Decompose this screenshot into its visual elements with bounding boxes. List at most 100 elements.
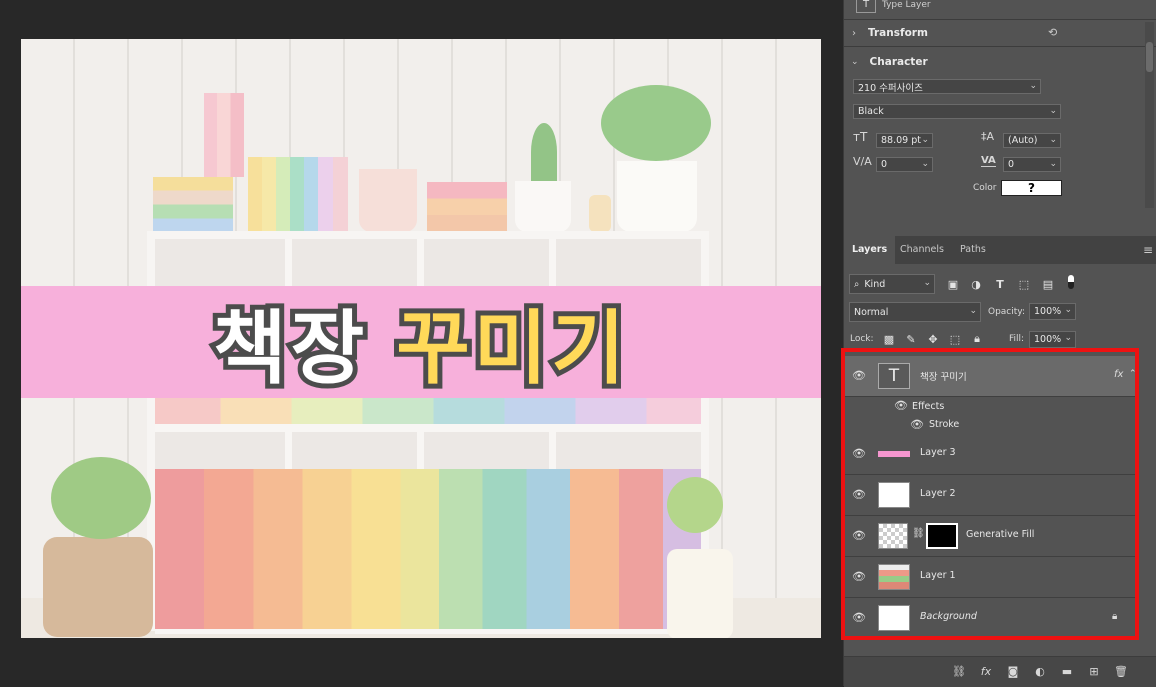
font-style-select[interactable]: Black ⌄ bbox=[853, 104, 1061, 119]
color-label: Color bbox=[973, 183, 997, 193]
layer-row-layer3[interactable]: 👁︎ Layer 3 bbox=[844, 434, 1139, 475]
type-icon: T bbox=[856, 0, 876, 13]
layer-row-text[interactable]: 👁︎ T 책장 꾸미기 fx ⌃ bbox=[844, 356, 1139, 397]
plant-leaves bbox=[51, 457, 151, 539]
lock-brush-icon[interactable]: ✎ bbox=[904, 332, 918, 346]
dropdown-arrow-icon: ⌄ bbox=[1029, 81, 1037, 91]
link-icon[interactable]: ⛓︎ bbox=[912, 528, 925, 539]
layers-footer: ⛓︎ fx ◙ ◐ ▬ ⊞ 🗑︎ bbox=[844, 656, 1156, 687]
adjustment-layer-icon[interactable]: ◐ bbox=[1033, 665, 1047, 679]
leading-icon: ‡A bbox=[981, 130, 995, 143]
font-family-select[interactable]: 210 수퍼사이즈 ⌄ bbox=[853, 79, 1041, 94]
layer-name: Generative Fill bbox=[966, 529, 1035, 540]
chevron-down-icon[interactable]: ⌄ bbox=[851, 57, 859, 67]
tracking-field[interactable]: 0 ⌄ bbox=[1003, 157, 1061, 172]
eye-icon[interactable]: 👁︎ bbox=[852, 611, 868, 625]
color-swatch[interactable]: ? bbox=[1001, 180, 1062, 196]
eye-icon[interactable]: 👁︎ bbox=[852, 369, 868, 383]
artboard[interactable]: 책장 꾸미기 bbox=[21, 39, 821, 638]
add-style-icon[interactable]: fx bbox=[979, 665, 993, 679]
title-text[interactable]: 책장 꾸미기 bbox=[21, 286, 821, 400]
fx-icon[interactable]: fx bbox=[1114, 369, 1123, 380]
blend-mode-select[interactable]: Normal ⌄ bbox=[849, 302, 981, 322]
layer-name: 책장 꾸미기 bbox=[920, 372, 967, 383]
effects-row[interactable]: 👁︎ Effects bbox=[844, 397, 1139, 416]
stroke-label: Stroke bbox=[929, 419, 960, 430]
adjustment-filter-icon[interactable]: ◑ bbox=[969, 277, 983, 291]
character-section-title[interactable]: Character bbox=[870, 56, 928, 68]
dropdown-arrow-icon: ⌄ bbox=[1064, 333, 1072, 343]
shape-filter-icon[interactable]: ⬚ bbox=[1017, 277, 1031, 291]
layer-name: Layer 2 bbox=[920, 488, 956, 499]
properties-scrollbar[interactable] bbox=[1145, 22, 1154, 208]
collapse-icon[interactable]: ⌃ bbox=[1129, 369, 1137, 379]
document-canvas[interactable]: 책장 꾸미기 bbox=[0, 0, 843, 686]
leading-field[interactable]: (Auto) ⌄ bbox=[1003, 133, 1061, 148]
layer-type-label: Type Layer bbox=[882, 0, 931, 10]
chevron-right-icon[interactable]: › bbox=[852, 28, 856, 39]
effects-label: Effects bbox=[912, 401, 945, 412]
layers-list: 👁︎ T 책장 꾸미기 fx ⌃ 👁︎ Effects 👁︎ Stroke 👁︎… bbox=[844, 352, 1156, 652]
lock-move-icon[interactable]: ✥ bbox=[926, 332, 940, 346]
title-word-1: 책장 bbox=[208, 297, 369, 400]
layer-row-background[interactable]: 👁︎ Background 🔒︎ bbox=[844, 598, 1139, 639]
lock-artboard-icon[interactable]: ⬚ bbox=[948, 332, 962, 346]
right-panel: T Type Layer › Transform ⟲ ⌄ Character 2… bbox=[843, 0, 1156, 687]
transform-section-title[interactable]: Transform bbox=[868, 27, 928, 39]
smart-object-filter-icon[interactable]: ▤ bbox=[1041, 277, 1055, 291]
filter-kind-select[interactable]: ⌕ Kind ⌄ bbox=[849, 274, 935, 294]
new-group-icon[interactable]: ▬ bbox=[1060, 665, 1074, 679]
text-layer-thumb: T bbox=[878, 363, 910, 389]
eye-icon[interactable]: 👁︎ bbox=[852, 570, 868, 584]
dropdown-arrow-icon: ⌄ bbox=[1049, 135, 1057, 145]
layer-name: Background bbox=[920, 611, 977, 622]
pot-right bbox=[667, 549, 733, 638]
delete-layer-icon[interactable]: 🗑︎ bbox=[1114, 665, 1128, 679]
basket-plant bbox=[43, 537, 153, 637]
topiary bbox=[667, 477, 723, 533]
lock-all-icon[interactable]: 🔒︎ bbox=[970, 332, 984, 346]
dropdown-arrow-icon: ⌄ bbox=[969, 306, 977, 316]
dropdown-arrow-icon: ⌄ bbox=[1049, 159, 1057, 169]
opacity-label: Opacity: bbox=[988, 307, 1025, 317]
dropdown-arrow-icon: ⌄ bbox=[921, 159, 929, 169]
mask-thumb[interactable] bbox=[926, 523, 958, 549]
stroke-row[interactable]: 👁︎ Stroke bbox=[844, 416, 1139, 435]
kerning-field[interactable]: 0 ⌄ bbox=[876, 157, 933, 172]
image-filter-icon[interactable]: ▣ bbox=[946, 277, 960, 291]
eye-icon[interactable]: 👁︎ bbox=[852, 488, 868, 502]
lock-label: Lock: bbox=[850, 334, 874, 344]
layer-row-generative-fill[interactable]: 👁︎ ⛓︎ Generative Fill bbox=[844, 516, 1139, 557]
lock-transparent-icon[interactable]: ▩ bbox=[882, 332, 896, 346]
fill-label: Fill: bbox=[1009, 334, 1025, 344]
tab-paths[interactable]: Paths bbox=[952, 236, 994, 264]
filter-toggle-icon[interactable] bbox=[1068, 275, 1074, 289]
search-icon: ⌕ bbox=[854, 278, 860, 290]
layer-name: Layer 3 bbox=[920, 447, 956, 458]
kerning-icon: V/A bbox=[853, 155, 872, 168]
generative-thumb bbox=[878, 523, 908, 549]
new-layer-icon[interactable]: ⊞ bbox=[1087, 665, 1101, 679]
eye-icon[interactable]: 👁︎ bbox=[894, 399, 910, 413]
eye-icon[interactable]: 👁︎ bbox=[910, 418, 926, 432]
tab-channels[interactable]: Channels bbox=[892, 236, 952, 264]
type-filter-icon[interactable]: T bbox=[993, 277, 1007, 291]
opacity-field[interactable]: 100% ⌄ bbox=[1029, 303, 1076, 320]
tab-layers[interactable]: Layers bbox=[844, 236, 896, 264]
menu-icon[interactable]: ≡ bbox=[1143, 243, 1153, 257]
font-size-icon: ᴛT bbox=[853, 130, 868, 144]
fill-field[interactable]: 100% ⌄ bbox=[1029, 331, 1076, 348]
font-size-field[interactable]: 88.09 pt ⌄ bbox=[876, 133, 933, 148]
link-layers-icon[interactable]: ⛓︎ bbox=[952, 665, 966, 679]
layer1-thumb bbox=[878, 564, 910, 590]
eye-icon[interactable]: 👁︎ bbox=[852, 529, 868, 543]
layer-row-layer1[interactable]: 👁︎ Layer 1 bbox=[844, 557, 1139, 598]
reset-icon[interactable]: ⟲ bbox=[1048, 26, 1057, 39]
layer-row-layer2[interactable]: 👁︎ Layer 2 bbox=[844, 475, 1139, 516]
dropdown-arrow-icon: ⌄ bbox=[1049, 106, 1057, 116]
title-word-2: 꾸미기 bbox=[391, 297, 630, 400]
eye-icon[interactable]: 👁︎ bbox=[852, 447, 868, 461]
lock-icon[interactable]: 🔒︎ bbox=[1112, 611, 1117, 622]
layer3-thumb bbox=[878, 441, 910, 467]
add-mask-icon[interactable]: ◙ bbox=[1006, 665, 1020, 679]
